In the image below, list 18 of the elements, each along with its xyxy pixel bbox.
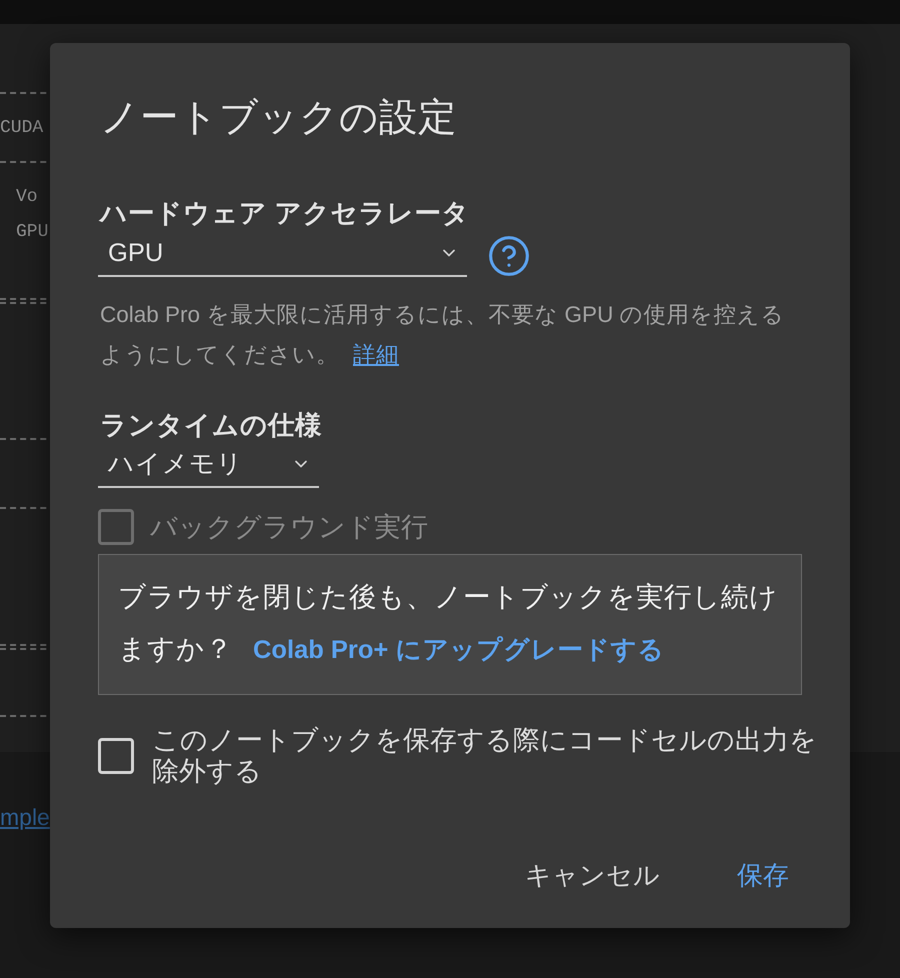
accelerator-select[interactable]: GPU (98, 231, 467, 277)
omit-output-checkbox[interactable] (98, 738, 134, 774)
details-link[interactable]: 詳細 (353, 342, 399, 367)
cancel-button[interactable]: キャンセル (509, 849, 676, 901)
help-text: Colab Pro を最大限に活用するには、不要な GPU の使用を控えるようにしてください。 詳細 (100, 301, 786, 369)
notice-text: ブラウザを閉じた後も、ノートブックを実行し続けますか？ Colab Pro+ にアップグレードする (118, 580, 779, 666)
notebook-link[interactable]: mple (0, 804, 50, 830)
help-icon[interactable] (487, 234, 531, 278)
save-button[interactable]: 保存 (721, 849, 805, 901)
output-text: CUDA (0, 118, 44, 137)
checkbox-label: このノートブックを保存する際にコードセルの出力を除外する (152, 725, 818, 787)
output-text: GPU (16, 222, 48, 241)
runtime-select[interactable]: ハイメモリ (98, 442, 319, 488)
output-text: Vo (16, 188, 38, 206)
section-label: ランタイムの仕様 (100, 409, 322, 442)
checkbox-label: バックグラウンド実行 (150, 511, 428, 544)
section-label: ハードウェア アクセラレータ (100, 197, 470, 230)
dialog-title: ノートブックの設定 (100, 96, 457, 140)
